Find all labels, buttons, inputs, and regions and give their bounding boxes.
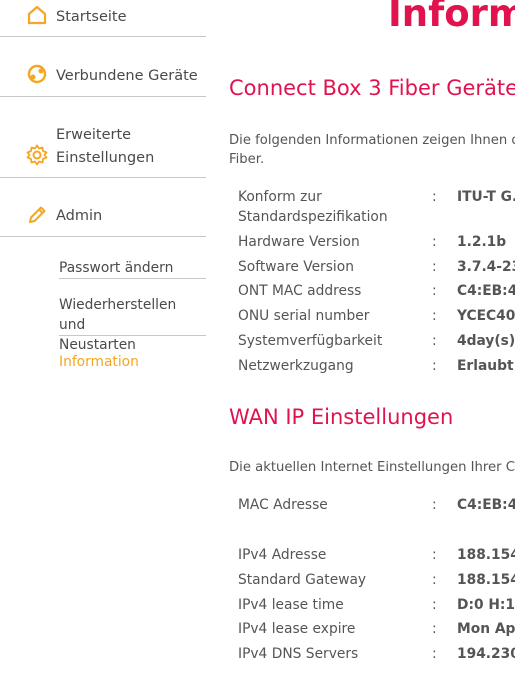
section-title-device: Connect Box 3 Fiber Gerätei	[229, 76, 515, 100]
row-separator: :	[432, 646, 437, 662]
row-separator: :	[432, 189, 437, 205]
row-label: Standard Gateway	[238, 572, 367, 588]
home-icon	[27, 5, 47, 25]
sidebar-item-label: Verbundene Geräte	[56, 68, 198, 84]
row-value: D:0 H:13	[457, 597, 515, 613]
page-title: Inform	[388, 0, 515, 35]
row-value: 194.230	[457, 646, 515, 662]
sidebar-item-admin[interactable]: Admin	[0, 200, 206, 237]
row-label: ONU serial number	[238, 308, 370, 324]
row-label: ONT MAC address	[238, 283, 362, 299]
row-value: 188.154	[457, 572, 515, 588]
row-label: IPv4 DNS Servers	[238, 646, 359, 662]
row-value: C4:EB:43	[457, 283, 515, 299]
row-label: IPv4 Adresse	[238, 547, 327, 563]
devices-icon	[27, 64, 47, 84]
subitem-label: Wiederherstellen und	[59, 297, 177, 333]
sidebar-item-label: Startseite	[56, 9, 127, 25]
row-separator: :	[432, 308, 437, 324]
section-description: Fiber.	[229, 152, 265, 167]
section-description: Die folgenden Informationen zeigen Ihnen…	[229, 133, 515, 148]
row-value: 1.2.1b	[457, 234, 507, 250]
row-value: Erlaubt	[457, 358, 514, 374]
row-label: IPv4 lease time	[238, 597, 344, 613]
sidebar-item-label: Einstellungen	[56, 150, 155, 166]
row-separator: :	[432, 333, 437, 349]
row-label: Software Version	[238, 259, 354, 275]
row-label: Konform zur	[238, 189, 322, 205]
row-separator: :	[432, 497, 437, 513]
row-separator: :	[432, 572, 437, 588]
row-separator: :	[432, 234, 437, 250]
section-title-wan: WAN IP Einstellungen	[229, 405, 454, 429]
sidebar-item-erweiterte-einstellungen[interactable]: Erweiterte Einstellungen	[0, 120, 206, 178]
row-value: ITU-T G.	[457, 189, 515, 205]
subitem-wiederherstellen-neustarten[interactable]: Wiederherstellen und Neustarten	[59, 295, 206, 353]
row-separator: :	[432, 621, 437, 637]
row-value: YCEC403	[457, 308, 515, 324]
row-label: Systemverfügbarkeit	[238, 333, 383, 349]
subitem-information[interactable]: Information	[59, 352, 206, 372]
sidebar-item-verbundene-geraete[interactable]: Verbundene Geräte	[0, 60, 206, 97]
row-label: MAC Adresse	[238, 497, 328, 513]
section-description: Die aktuellen Internet Einstellungen Ihr…	[229, 460, 515, 475]
row-value: 4day(s)1	[457, 333, 515, 349]
row-label: IPv4 lease expire	[238, 621, 356, 637]
row-separator: :	[432, 547, 437, 563]
gear-icon	[26, 144, 48, 166]
row-separator: :	[432, 597, 437, 613]
pencil-icon	[29, 206, 46, 223]
sidebar-item-label: Admin	[56, 208, 103, 224]
row-value: 188.154	[457, 547, 515, 563]
row-label: Netzwerkzugang	[238, 358, 354, 374]
subitem-passwort-aendern[interactable]: Passwort ändern	[59, 258, 206, 279]
row-label: Standardspezifikation	[238, 209, 388, 225]
subitem-label: Information	[59, 354, 139, 370]
row-value: Mon Apr	[457, 621, 515, 637]
sidebar-item-startseite[interactable]: Startseite	[0, 0, 206, 37]
row-label: Hardware Version	[238, 234, 360, 250]
sidebar-item-label: Erweiterte	[56, 127, 132, 143]
subitem-label: Passwort ändern	[59, 260, 174, 276]
row-separator: :	[432, 259, 437, 275]
row-value: C4:EB:43	[457, 497, 515, 513]
row-separator: :	[432, 283, 437, 299]
row-value: 3.7.4-23	[457, 259, 515, 275]
row-separator: :	[432, 358, 437, 374]
